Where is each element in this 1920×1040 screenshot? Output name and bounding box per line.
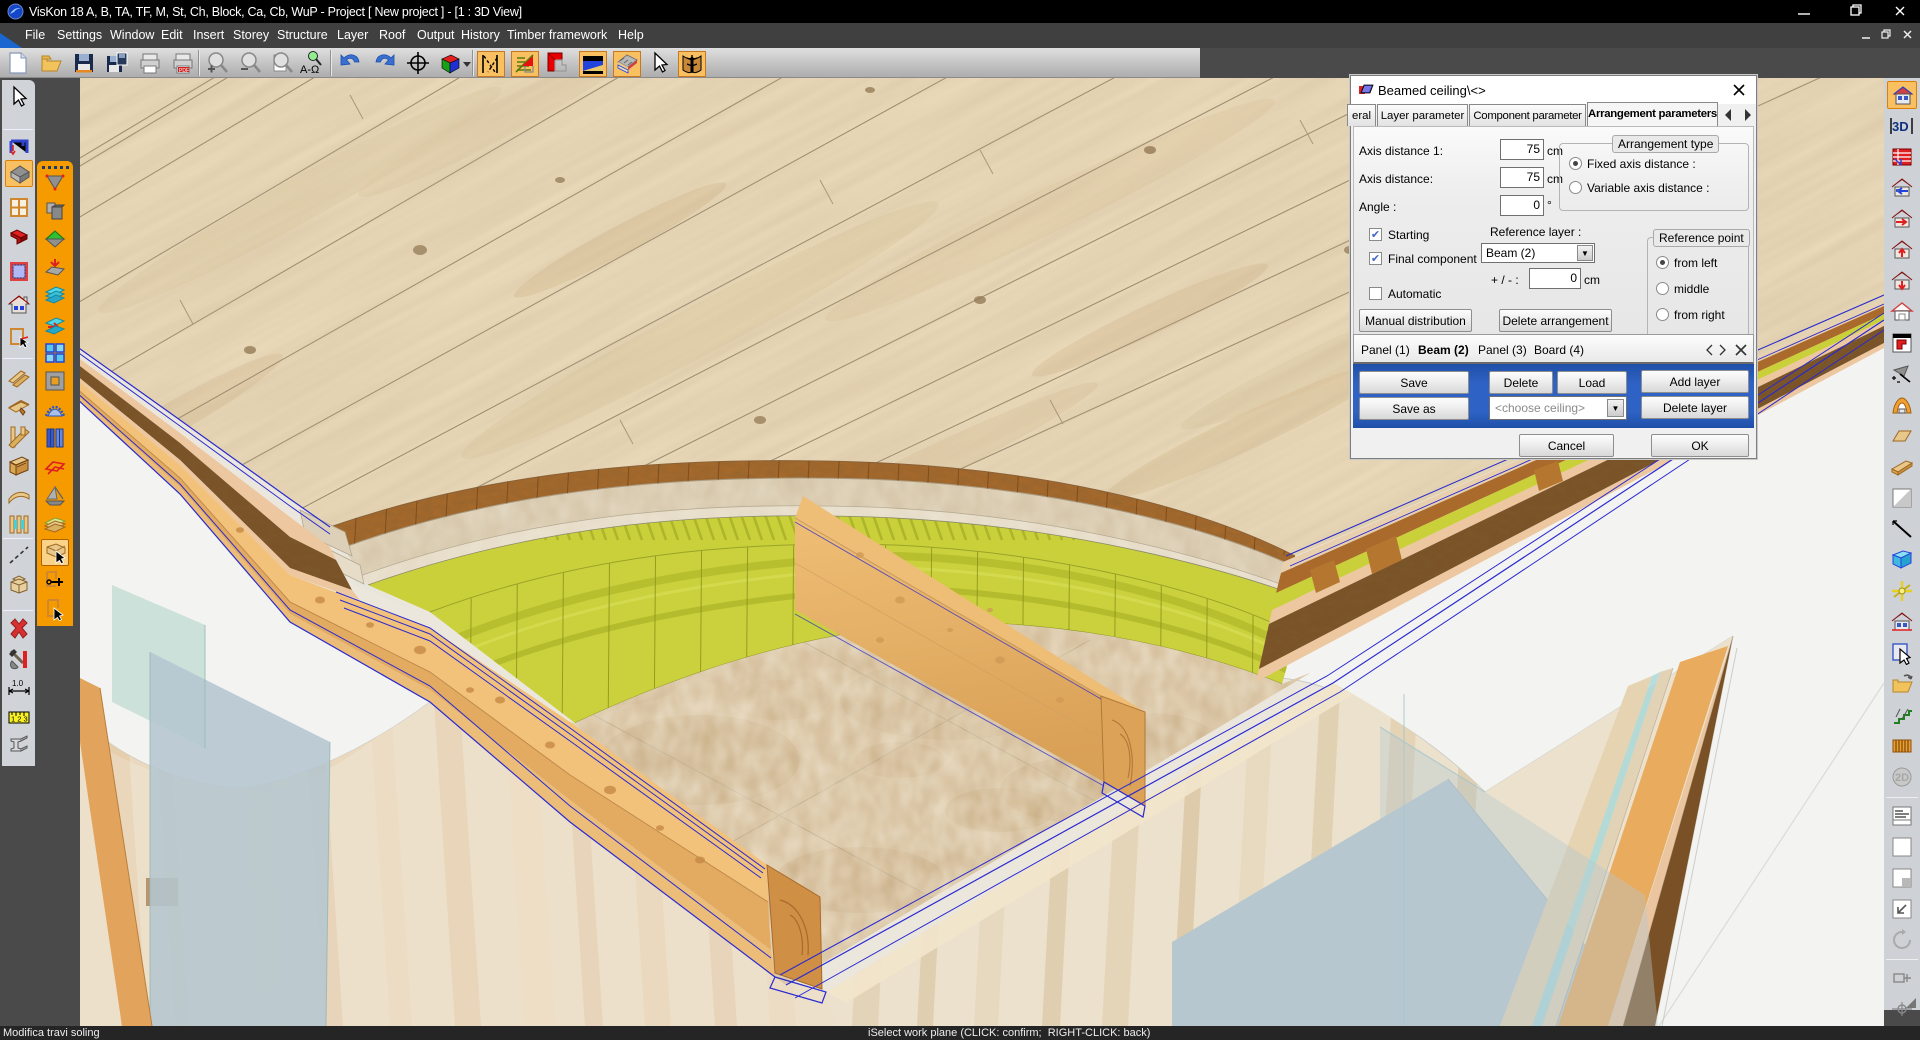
svg-text:A-Ω: A-Ω <box>300 64 319 75</box>
svg-text:1 2 3: 1 2 3 <box>11 715 28 724</box>
svg-text:PDF: PDF <box>179 68 189 74</box>
svg-text:1.0: 1.0 <box>12 679 24 688</box>
svg-text:2D: 2D <box>1895 772 1909 784</box>
svg-text:3D: 3D <box>1892 119 1909 134</box>
